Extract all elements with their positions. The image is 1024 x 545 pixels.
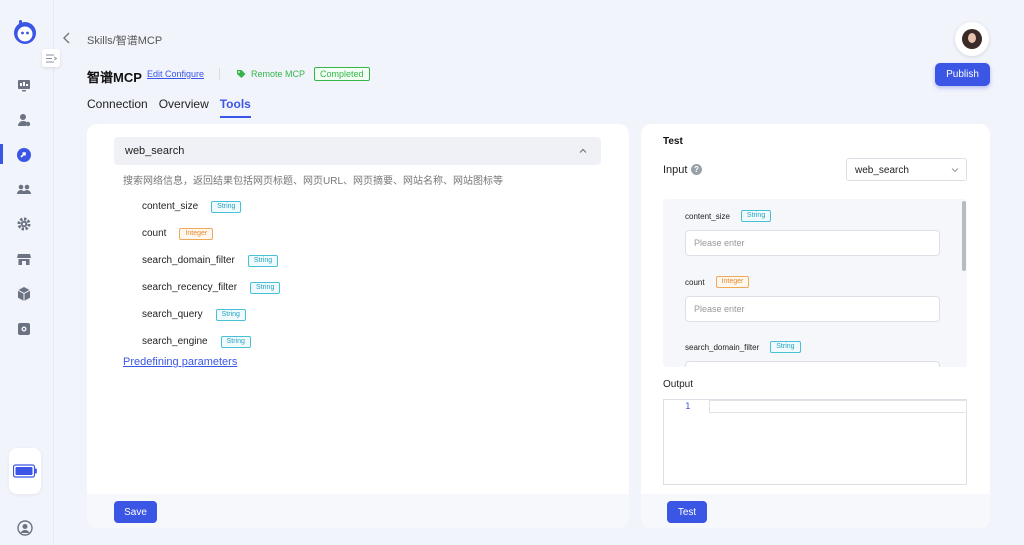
form-field: search_domain_filter String bbox=[685, 341, 940, 367]
gear-icon[interactable] bbox=[16, 216, 32, 232]
skills-icon[interactable] bbox=[16, 147, 32, 163]
param-name: count bbox=[142, 228, 167, 239]
list-item: search_domain_filter String bbox=[142, 247, 280, 274]
mcp-type-label: Remote MCP bbox=[251, 69, 306, 79]
type-badge: String bbox=[211, 200, 242, 213]
test-button[interactable]: Test bbox=[667, 501, 707, 523]
avatar-image bbox=[962, 29, 982, 49]
publish-button[interactable]: Publish bbox=[935, 63, 990, 86]
save-button[interactable]: Save bbox=[114, 501, 157, 523]
tool-select-value: web_search bbox=[855, 165, 909, 176]
help-icon[interactable]: ? bbox=[691, 164, 702, 175]
store-icon[interactable] bbox=[16, 251, 32, 267]
battery-widget[interactable] bbox=[9, 448, 41, 494]
active-indicator bbox=[0, 144, 3, 164]
sidebar bbox=[0, 0, 60, 545]
field-name: search_domain_filter bbox=[685, 342, 760, 352]
param-name: search_query bbox=[142, 309, 203, 320]
panel-footer: Save bbox=[87, 494, 629, 528]
avatar[interactable] bbox=[955, 22, 989, 56]
content-size-input[interactable]: Please enter bbox=[685, 230, 940, 256]
edit-configure-link[interactable]: Edit Configure bbox=[147, 69, 204, 79]
param-name: search_recency_filter bbox=[142, 282, 238, 293]
output-label: Output bbox=[663, 379, 694, 390]
param-name: search_engine bbox=[142, 336, 208, 347]
type-badge: String bbox=[250, 281, 281, 294]
type-badge: String bbox=[740, 210, 772, 222]
monitor-icon[interactable] bbox=[16, 77, 32, 93]
type-badge: String bbox=[220, 335, 251, 348]
field-label: search_domain_filter String bbox=[685, 341, 940, 353]
type-badge: Integer bbox=[179, 227, 214, 240]
page-title: 智谱MCP bbox=[87, 70, 142, 85]
field-label: count Integer bbox=[685, 276, 940, 288]
code-line[interactable] bbox=[709, 400, 967, 413]
list-item: content_size String bbox=[142, 193, 280, 220]
tab-bar: Connection Overview Tools bbox=[87, 97, 251, 118]
breadcrumb[interactable]: Skills/智谱MCP bbox=[87, 32, 162, 48]
tab-tools[interactable]: Tools bbox=[219, 97, 251, 118]
tool-select[interactable]: web_search bbox=[846, 158, 967, 181]
list-item: search_recency_filter String bbox=[142, 274, 281, 301]
logo-icon[interactable] bbox=[12, 19, 38, 45]
form-field: content_size String Please enter bbox=[685, 210, 940, 256]
field-label: content_size String bbox=[685, 210, 940, 222]
panel-footer: Test bbox=[641, 494, 990, 528]
param-name: search_domain_filter bbox=[142, 255, 235, 266]
output-editor[interactable]: 1 bbox=[663, 399, 967, 485]
count-input[interactable]: Please enter bbox=[685, 296, 940, 322]
tool-accordion-header[interactable]: web_search bbox=[114, 137, 601, 165]
field-name: count bbox=[685, 277, 705, 287]
scrollbar[interactable] bbox=[962, 201, 966, 271]
input-form: content_size String Please enter count I… bbox=[663, 199, 967, 367]
chevron-up-icon[interactable] bbox=[578, 146, 588, 156]
user-settings-icon[interactable] bbox=[16, 112, 32, 128]
field-name: content_size bbox=[685, 211, 730, 221]
search-domain-filter-input[interactable] bbox=[685, 361, 940, 367]
collapse-sidebar-button[interactable] bbox=[42, 49, 60, 67]
tools-panel: web_search 搜索网络信息，返回结果包括网页标题、网页URL、网页摘要、… bbox=[87, 124, 629, 528]
param-name: content_size bbox=[142, 201, 199, 212]
tool-name: web_search bbox=[125, 145, 185, 157]
status-badge: Completed bbox=[314, 67, 370, 81]
back-icon[interactable] bbox=[62, 31, 72, 45]
type-badge: String bbox=[770, 341, 801, 353]
input-label: Input bbox=[663, 164, 688, 176]
plugin-icon[interactable] bbox=[16, 321, 32, 337]
line-number: 1 bbox=[685, 402, 691, 412]
battery-icon bbox=[13, 464, 37, 478]
list-item: count Integer bbox=[142, 220, 280, 247]
list-item: search_engine String bbox=[142, 328, 280, 355]
tool-description: 搜索网络信息，返回结果包括网页标题、网页URL、网页摘要、网站名称、网站图标等 bbox=[123, 176, 504, 187]
type-badge: Integer bbox=[715, 276, 750, 288]
package-icon[interactable] bbox=[16, 286, 32, 302]
test-title: Test bbox=[663, 136, 683, 147]
type-badge: String bbox=[247, 254, 279, 267]
list-item: search_query String bbox=[142, 301, 280, 328]
tab-overview[interactable]: Overview bbox=[159, 97, 209, 118]
divider bbox=[219, 68, 220, 80]
test-panel: Test Input ? web_search content_size Str… bbox=[641, 124, 990, 528]
form-field: count Integer Please enter bbox=[685, 276, 940, 322]
predefining-parameters-link[interactable]: Predefining parameters bbox=[123, 356, 237, 368]
tag-icon bbox=[237, 70, 246, 78]
tab-connection[interactable]: Connection bbox=[87, 97, 148, 118]
team-icon[interactable] bbox=[16, 181, 32, 197]
user-circle-icon[interactable] bbox=[17, 520, 33, 536]
collapse-icon bbox=[45, 54, 57, 62]
param-list: content_size String count Integer search… bbox=[142, 193, 281, 355]
type-badge: String bbox=[215, 308, 246, 321]
chevron-down-icon bbox=[951, 168, 959, 173]
